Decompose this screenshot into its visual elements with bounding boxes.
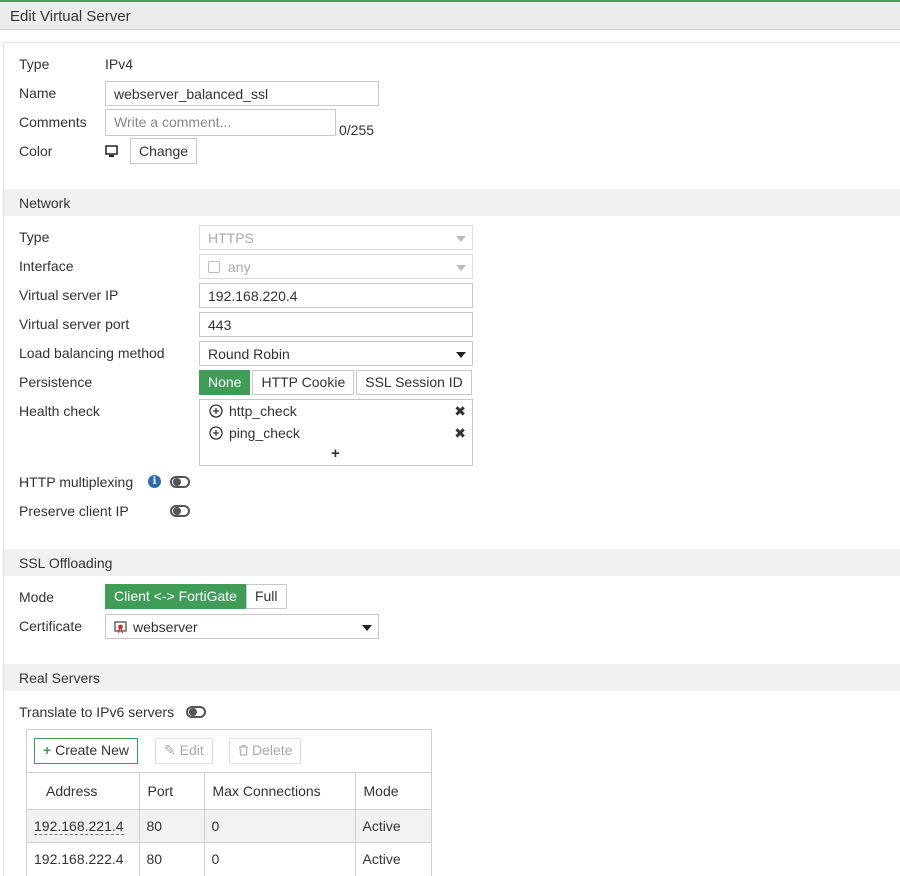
preserve-ip-label: Preserve client IP bbox=[19, 503, 129, 519]
checkbox-icon bbox=[208, 261, 220, 273]
certificate-label: Certificate bbox=[19, 618, 83, 634]
real-servers-grid: Address Port Max Connections Mode 192.16… bbox=[27, 772, 431, 876]
vip-label: Virtual server IP bbox=[19, 287, 119, 303]
health-check-icon bbox=[209, 426, 223, 440]
form-panel: Type IPv4 Name webserver_balanced_ssl Co… bbox=[3, 42, 900, 876]
delete-button[interactable]: Delete bbox=[229, 738, 302, 764]
color-change-button[interactable]: Change bbox=[130, 138, 198, 164]
multiplexing-label: HTTP multiplexing bbox=[19, 474, 134, 490]
persistence-option-ssl-session-id[interactable]: SSL Session ID bbox=[356, 370, 472, 395]
name-label: Name bbox=[19, 85, 57, 101]
list-item: ping_check bbox=[209, 425, 300, 445]
remove-ping-check-icon[interactable]: ✖ bbox=[454, 425, 466, 442]
plus-icon: + bbox=[43, 742, 52, 758]
multiplexing-toggle[interactable] bbox=[170, 476, 190, 488]
port-label: Virtual server port bbox=[19, 316, 130, 332]
column-header-address[interactable]: Address bbox=[27, 772, 140, 810]
type-label: Type bbox=[19, 56, 50, 72]
health-check-name: http_check bbox=[229, 403, 297, 419]
remove-http-check-icon[interactable]: ✖ bbox=[454, 403, 466, 420]
chevron-down-icon bbox=[456, 236, 466, 242]
network-type-value: HTTPS bbox=[208, 230, 254, 246]
network-type-label: Type bbox=[19, 229, 50, 245]
interface-label: Interface bbox=[19, 258, 74, 274]
trash-icon bbox=[239, 744, 248, 756]
preserve-ip-toggle[interactable] bbox=[170, 505, 190, 517]
section-ssl-offloading: SSL Offloading bbox=[4, 549, 900, 576]
port-cell: 80 bbox=[139, 809, 205, 843]
comments-textarea[interactable]: Write a comment... bbox=[105, 109, 336, 136]
table-row[interactable]: 192.168.222.4 80 0 Active bbox=[27, 842, 431, 876]
monitor-icon bbox=[105, 145, 119, 158]
column-header-port[interactable]: Port bbox=[139, 772, 205, 810]
mode-cell: Active bbox=[355, 809, 431, 843]
certificate-select[interactable]: webserver bbox=[105, 614, 379, 639]
edit-button[interactable]: ✎ Edit bbox=[155, 738, 213, 764]
certificate-icon bbox=[114, 621, 127, 634]
create-new-button[interactable]: + Create New bbox=[34, 738, 138, 764]
comments-label: Comments bbox=[19, 114, 87, 130]
persistence-toggle-group: None HTTP Cookie SSL Session ID bbox=[199, 370, 474, 395]
port-cell: 80 bbox=[139, 842, 205, 876]
ssl-mode-full[interactable]: Full bbox=[245, 584, 287, 609]
dialog-title: Edit Virtual Server bbox=[0, 0, 900, 30]
port-input[interactable]: 443 bbox=[199, 312, 473, 337]
section-network: Network bbox=[4, 189, 900, 216]
chevron-down-icon bbox=[362, 625, 372, 631]
table-row[interactable]: 192.168.221.4 80 0 Active bbox=[27, 809, 431, 843]
persistence-label: Persistence bbox=[19, 374, 93, 390]
address-cell: 192.168.222.4 bbox=[27, 842, 140, 876]
address-cell: 192.168.221.4 bbox=[34, 818, 124, 835]
ipv6-translate-label: Translate to IPv6 servers bbox=[19, 704, 175, 720]
info-icon[interactable]: i bbox=[148, 475, 161, 488]
color-label: Color bbox=[19, 143, 53, 159]
persistence-option-http-cookie[interactable]: HTTP Cookie bbox=[252, 370, 355, 395]
comments-counter: 0/255 bbox=[339, 122, 375, 138]
table-header-row: Address Port Max Connections Mode bbox=[27, 772, 431, 810]
ssl-mode-client-fortigate[interactable]: Client <-> FortiGate bbox=[105, 584, 246, 609]
ipv6-translate-toggle[interactable] bbox=[186, 706, 206, 718]
lb-method-value: Round Robin bbox=[208, 346, 290, 362]
column-header-max-connections[interactable]: Max Connections bbox=[204, 772, 356, 810]
persistence-option-none[interactable]: None bbox=[199, 370, 251, 395]
interface-value: any bbox=[228, 259, 251, 275]
real-servers-table: + Create New ✎ Edit Delete Address Port … bbox=[26, 729, 432, 876]
column-header-mode[interactable]: Mode bbox=[355, 772, 431, 810]
add-health-check-icon[interactable]: + bbox=[331, 445, 340, 462]
pencil-icon: ✎ bbox=[164, 742, 176, 758]
health-check-name: ping_check bbox=[229, 425, 300, 441]
max-connections-cell: 0 bbox=[204, 809, 356, 843]
max-connections-cell: 0 bbox=[204, 842, 356, 876]
type-value: IPv4 bbox=[105, 56, 134, 72]
section-real-servers: Real Servers bbox=[4, 664, 900, 691]
interface-select: any bbox=[199, 254, 473, 279]
vip-input[interactable]: 192.168.220.4 bbox=[199, 283, 473, 308]
network-type-select: HTTPS bbox=[199, 225, 473, 250]
ssl-mode-toggle-group: Client <-> FortiGate Full bbox=[105, 584, 289, 609]
list-item: http_check bbox=[209, 403, 297, 423]
chevron-down-icon bbox=[456, 265, 466, 271]
certificate-value: webserver bbox=[133, 619, 198, 635]
mode-cell: Active bbox=[355, 842, 431, 876]
health-check-icon bbox=[209, 404, 223, 418]
lb-method-label: Load balancing method bbox=[19, 345, 165, 361]
health-check-list: http_check ✖ ping_check ✖ + bbox=[199, 399, 473, 466]
ssl-mode-label: Mode bbox=[19, 589, 55, 605]
lb-method-select[interactable]: Round Robin bbox=[199, 341, 473, 366]
chevron-down-icon bbox=[456, 352, 466, 358]
health-check-label: Health check bbox=[19, 403, 100, 419]
name-input[interactable]: webserver_balanced_ssl bbox=[105, 81, 379, 106]
